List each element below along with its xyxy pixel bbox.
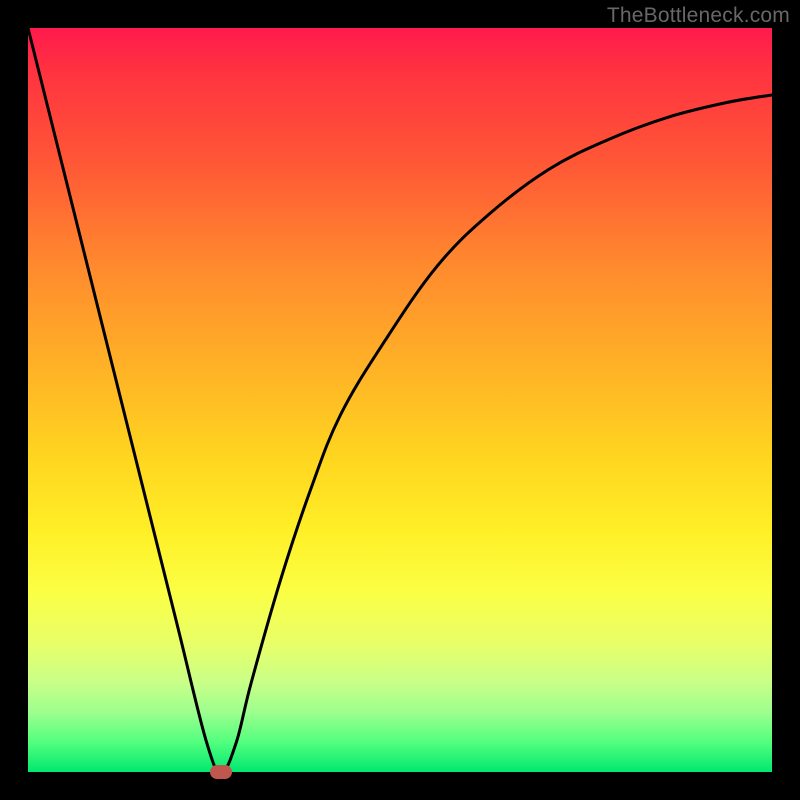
bottleneck-curve (28, 28, 772, 772)
plot-area (28, 28, 772, 772)
vertex-marker (210, 765, 232, 779)
chart-frame: TheBottleneck.com (0, 0, 800, 800)
watermark-text: TheBottleneck.com (607, 4, 790, 28)
